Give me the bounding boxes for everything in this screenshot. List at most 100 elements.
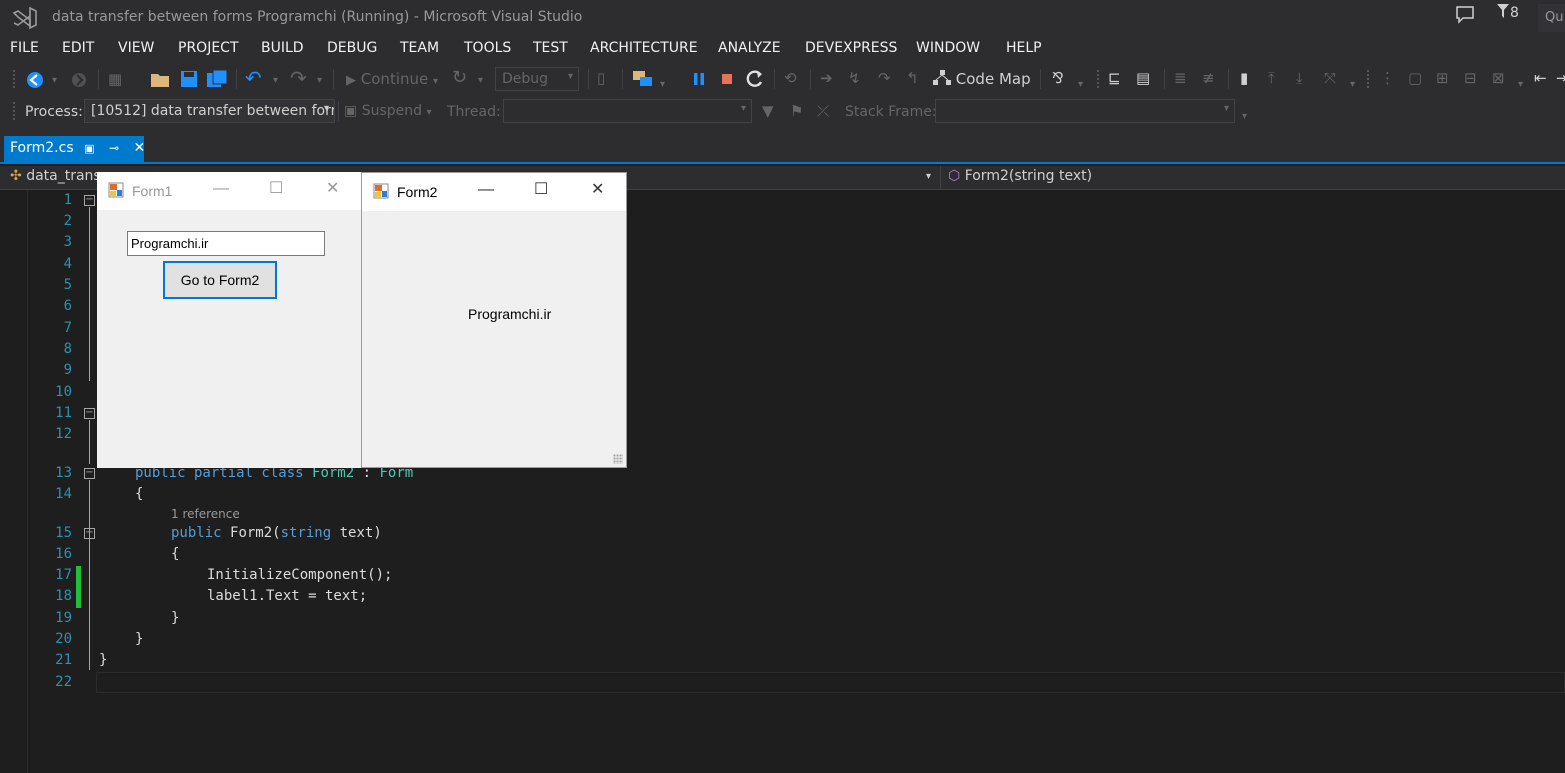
layer-diagram-icon[interactable]: ⊠: [1492, 69, 1505, 87]
clear-bookmarks-icon[interactable]: ⤧: [1324, 69, 1336, 87]
maximize-icon[interactable]: ☐: [534, 181, 548, 199]
open-file-icon[interactable]: [150, 70, 170, 88]
outline-icon[interactable]: ⋮: [1380, 69, 1395, 87]
menu-debug[interactable]: DEBUG: [327, 40, 377, 56]
menu-build[interactable]: BUILD: [261, 40, 304, 56]
attach-dropdown-icon[interactable]: ▾: [660, 76, 665, 94]
back-dropdown-icon[interactable]: ▾: [52, 72, 57, 90]
indicator-margin[interactable]: [0, 190, 28, 773]
collapse-icon[interactable]: −: [84, 195, 95, 206]
toolbar-grip[interactable]: [12, 69, 16, 89]
save-icon[interactable]: [180, 70, 198, 88]
comment-icon[interactable]: ≣: [1174, 69, 1187, 87]
uncomment-icon[interactable]: ≢: [1202, 69, 1215, 87]
next-bookmark-icon[interactable]: ⤓: [1296, 69, 1303, 87]
close-icon[interactable]: ✕: [133, 140, 145, 156]
collapse-icon[interactable]: −: [84, 528, 95, 539]
lock-icon[interactable]: ▣: [84, 142, 94, 155]
show-next-statement-icon[interactable]: ⟲: [784, 69, 797, 87]
prev-bookmark-icon[interactable]: ⤒: [1268, 69, 1275, 87]
pin-icon[interactable]: ⊸: [109, 141, 119, 155]
minimize-icon[interactable]: —: [478, 181, 494, 199]
project-dropdown[interactable]: ✣ data_trans: [10, 168, 101, 188]
form2-title-bar[interactable]: Form2 — ☐ ✕: [362, 173, 626, 211]
bookmark-icon[interactable]: ▮: [1240, 69, 1248, 87]
go-to-form2-button[interactable]: Go to Form2: [163, 261, 277, 299]
menu-edit[interactable]: EDIT: [62, 40, 94, 56]
toolbar-options-icon[interactable]: ▾: [1242, 108, 1247, 126]
menu-architecture[interactable]: ARCHITECTURE: [590, 40, 698, 56]
diagram-dropdown-icon[interactable]: ▾: [1518, 76, 1523, 94]
toolbar-grip[interactable]: [12, 101, 16, 121]
notifications-button[interactable]: 8: [1496, 3, 1519, 21]
redo-icon[interactable]: ↷: [290, 68, 307, 88]
show-threads-icon[interactable]: ⤫: [817, 102, 829, 120]
menu-team[interactable]: TEAM: [400, 40, 439, 56]
attach-process-icon[interactable]: [632, 69, 654, 89]
close-icon[interactable]: ✕: [326, 180, 339, 198]
bookmark-dropdown-icon[interactable]: ▾: [1350, 76, 1355, 94]
menu-project[interactable]: PROJECT: [178, 40, 239, 56]
pause-icon[interactable]: [691, 71, 707, 87]
menu-tools[interactable]: TOOLS: [464, 40, 511, 56]
menu-devexpress[interactable]: DEVEXPRESS: [805, 40, 897, 56]
undo-dropdown-icon[interactable]: ▾: [273, 72, 278, 90]
threads-icon[interactable]: ▤: [1136, 69, 1150, 87]
thread-select[interactable]: ▾: [503, 99, 752, 123]
codelens-references[interactable]: 1 reference: [171, 507, 240, 521]
restart-dropdown-icon[interactable]: ▾: [478, 72, 483, 90]
process-select[interactable]: [10512] data transfer between forr ▾: [84, 99, 335, 123]
document-icon[interactable]: ▢: [1408, 69, 1422, 87]
maximize-icon[interactable]: ☐: [269, 180, 283, 198]
chevron-down-icon[interactable]: ▾: [926, 171, 931, 191]
close-icon[interactable]: ✕: [591, 181, 604, 199]
navigate-back-icon[interactable]: [25, 70, 45, 90]
navigate-forward-icon[interactable]: [70, 71, 88, 89]
suspend-button[interactable]: ▣ Suspend ▾: [344, 102, 432, 122]
menu-test[interactable]: TEST: [533, 40, 568, 56]
class-diagram-icon[interactable]: ⊟: [1464, 69, 1477, 87]
device-icon[interactable]: ▯: [597, 69, 605, 87]
form1-title-bar[interactable]: Form1 — ☐ ✕: [97, 172, 361, 210]
step-over-arrow-icon[interactable]: ➔: [820, 69, 833, 87]
tab-form2-cs[interactable]: Form2.cs ▣ ⊸ ✕: [4, 136, 145, 162]
toolbar-grip[interactable]: [1096, 69, 1100, 89]
menu-file[interactable]: FILE: [10, 40, 39, 56]
quick-launch-input[interactable]: Qu: [1538, 4, 1565, 32]
form2-window[interactable]: Form2 — ☐ ✕ Programchi.ir: [361, 172, 627, 468]
save-all-icon[interactable]: [206, 70, 228, 88]
flag-threads-icon[interactable]: ⚑: [790, 102, 803, 120]
hierarchy-icon[interactable]: ⊞: [1436, 69, 1449, 87]
continue-button[interactable]: ▶ Continue ▾: [346, 70, 438, 91]
step-into-icon[interactable]: ↯: [848, 69, 861, 87]
new-project-icon[interactable]: ▦: [108, 70, 122, 88]
code-map-button[interactable]: Code Map: [933, 70, 1031, 88]
resize-grip-icon[interactable]: [613, 454, 623, 464]
undo-icon[interactable]: ↶: [245, 68, 262, 88]
exceptions-icon[interactable]: ⅋: [1052, 69, 1064, 87]
hex-display-icon[interactable]: ⊑: [1108, 69, 1121, 87]
menu-help[interactable]: HELP: [1006, 40, 1042, 56]
form1-textbox[interactable]: Programchi.ir: [127, 231, 325, 256]
step-over-icon[interactable]: ↷: [878, 69, 891, 87]
step-out-icon[interactable]: ↰: [906, 69, 919, 87]
stop-icon[interactable]: [719, 71, 735, 87]
collapse-icon[interactable]: −: [84, 468, 95, 479]
toggle-thread-filter-icon[interactable]: ▼: [762, 102, 774, 120]
restart-disabled-icon[interactable]: ↻: [452, 69, 467, 87]
member-dropdown[interactable]: ⬡ Form2(string text): [948, 168, 1092, 188]
menu-window[interactable]: WINDOW: [916, 40, 980, 56]
redo-dropdown-icon[interactable]: ▾: [317, 72, 322, 90]
form1-window[interactable]: Form1 — ☐ ✕ Programchi.ir Go to Form2: [97, 172, 361, 468]
indent-icon[interactable]: ⇥: [1556, 69, 1565, 87]
minimize-icon[interactable]: —: [213, 180, 229, 198]
collapse-icon[interactable]: −: [84, 408, 95, 419]
solution-configuration-select[interactable]: Debug ▾: [495, 67, 579, 91]
feedback-icon[interactable]: [1455, 4, 1475, 28]
restart-icon[interactable]: [745, 69, 765, 89]
stack-frame-select[interactable]: ▾: [935, 99, 1235, 123]
exceptions-dropdown-icon[interactable]: ▾: [1078, 76, 1083, 94]
outdent-icon[interactable]: ⇤: [1534, 69, 1547, 87]
toolbar-grip[interactable]: [1366, 69, 1370, 89]
menu-analyze[interactable]: ANALYZE: [718, 40, 781, 56]
